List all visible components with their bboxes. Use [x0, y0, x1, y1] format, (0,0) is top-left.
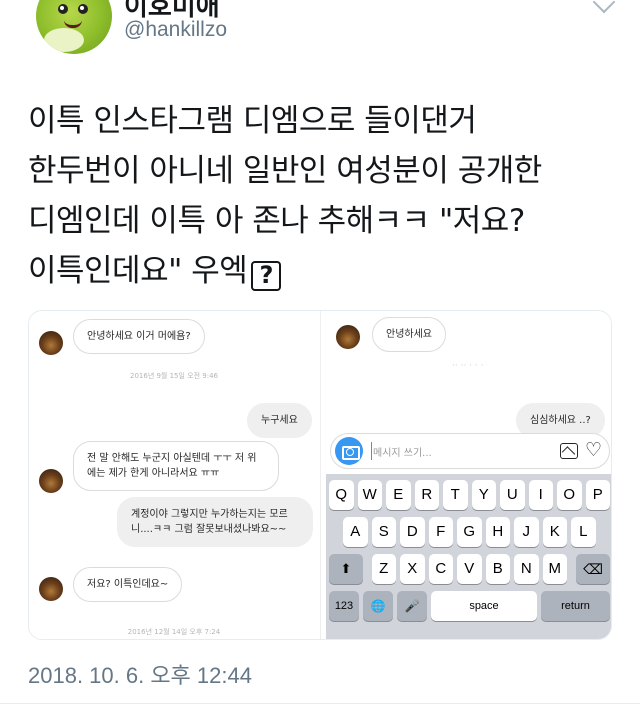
globe-icon[interactable]: 🌐: [363, 591, 393, 621]
key-s[interactable]: S: [371, 517, 396, 547]
space-key[interactable]: space: [431, 591, 537, 621]
microphone-icon[interactable]: 🎤: [397, 591, 427, 621]
avatar: [39, 577, 63, 601]
heart-icon[interactable]: ♡: [585, 441, 602, 460]
numbers-key[interactable]: 123: [329, 591, 359, 621]
dm-screenshot-left: 안녕하세요 이거 머에욤? 2016년 9월 15일 오전 9:46 누구세요 …: [29, 311, 319, 639]
tweet-line: 디엠인데 이특 아 존나 추해ㅋㅋ "저요?: [28, 203, 525, 239]
tweet-text: 이특 인스타그램 디엠으로 들이댄거 한두번이 아니네 일반인 여성분이 공개한…: [28, 96, 618, 296]
ios-keyboard: Q W E R T Y U I O P A S D F G H J K L ⬆ …: [326, 474, 611, 639]
avatar-mouth: [64, 20, 82, 28]
message-bubble: 저요? 이특인데요~: [73, 567, 183, 602]
key-l[interactable]: L: [571, 517, 596, 547]
typing-indicator: ·· ·· · · ·: [452, 361, 484, 371]
key-g[interactable]: G: [457, 517, 482, 547]
message-input[interactable]: 메시지 쓰기... ♡: [330, 433, 610, 469]
key-w[interactable]: W: [357, 480, 382, 510]
user-handle[interactable]: @hankillzo: [124, 18, 227, 42]
key-a[interactable]: A: [343, 517, 368, 547]
message-timestamp: 2016년 9월 15일 오전 9:46: [130, 372, 218, 380]
key-h[interactable]: H: [485, 517, 510, 547]
message-bubble: 전 말 안해도 누군지 아실텐데 ㅜㅜ 저 위에는 제가 한게 아니라서요 ㅠㅠ: [73, 441, 279, 491]
message-bubble: 안녕하세요 이거 머에욤?: [73, 319, 205, 354]
tweet-line: 이특인데요" 우엑?: [28, 246, 618, 296]
message-bubble: 누구세요: [247, 403, 312, 438]
avatar-cheek: [44, 28, 84, 52]
key-r[interactable]: R: [414, 480, 439, 510]
avatar: [39, 469, 63, 493]
key-y[interactable]: Y: [471, 480, 496, 510]
key-e[interactable]: E: [386, 480, 411, 510]
dm-screenshot-right: 안녕하세요 ·· ·· · · · 심심하세요 ..? 메시지 쓰기... ♡ …: [326, 311, 611, 639]
avatar: [39, 331, 63, 355]
key-x[interactable]: X: [400, 554, 425, 584]
divider: [0, 703, 640, 704]
tweet-timestamp[interactable]: 2018. 10. 6. 오후 12:44: [28, 658, 252, 690]
key-c[interactable]: C: [428, 554, 453, 584]
key-n[interactable]: N: [514, 554, 539, 584]
key-p[interactable]: P: [585, 480, 610, 510]
camera-icon[interactable]: [335, 437, 363, 465]
avatar[interactable]: [36, 0, 112, 54]
key-i[interactable]: I: [528, 480, 553, 510]
key-f[interactable]: F: [428, 517, 453, 547]
message-bubble: 계정이야 그렇지만 누가하는지는 모르니....ㅋㅋ 그럼 잘못보내셨나봐요~~: [117, 497, 313, 547]
key-j[interactable]: J: [514, 517, 539, 547]
message-bubble: 안녕하세요: [372, 317, 446, 352]
key-o[interactable]: O: [557, 480, 582, 510]
key-d[interactable]: D: [400, 517, 425, 547]
tweet-line-text: 이특인데요" 우엑: [28, 253, 248, 289]
key-u[interactable]: U: [500, 480, 525, 510]
chevron-down-icon[interactable]: [592, 0, 616, 14]
backspace-key[interactable]: ⌫: [576, 554, 610, 584]
key-z[interactable]: Z: [371, 554, 396, 584]
avatar-eye: [78, 4, 88, 14]
return-key[interactable]: return: [541, 591, 610, 621]
avatar-eye: [58, 4, 68, 14]
gallery-icon[interactable]: [560, 443, 578, 459]
message-timestamp: 2016년 12월 14일 오후 7:24: [127, 628, 221, 636]
text-cursor: [371, 442, 372, 460]
avatar: [336, 325, 360, 349]
key-k[interactable]: K: [542, 517, 567, 547]
question-emoji-icon: ?: [251, 261, 282, 291]
shift-key[interactable]: ⬆: [329, 554, 363, 584]
key-v[interactable]: V: [457, 554, 482, 584]
key-b[interactable]: B: [485, 554, 510, 584]
tweet-line: 이특 인스타그램 디엠으로 들이댄거: [28, 103, 477, 139]
tweet-line: 한두번이 아니네 일반인 여성분이 공개한: [28, 153, 542, 189]
key-m[interactable]: M: [542, 554, 567, 584]
key-t[interactable]: T: [443, 480, 468, 510]
tweet-header: 이호미애 @hankillzo: [0, 0, 640, 70]
tweet-media[interactable]: 안녕하세요 이거 머에욤? 2016년 9월 15일 오전 9:46 누구세요 …: [28, 310, 612, 640]
message-placeholder: 메시지 쓰기...: [373, 448, 432, 459]
key-q[interactable]: Q: [329, 480, 354, 510]
